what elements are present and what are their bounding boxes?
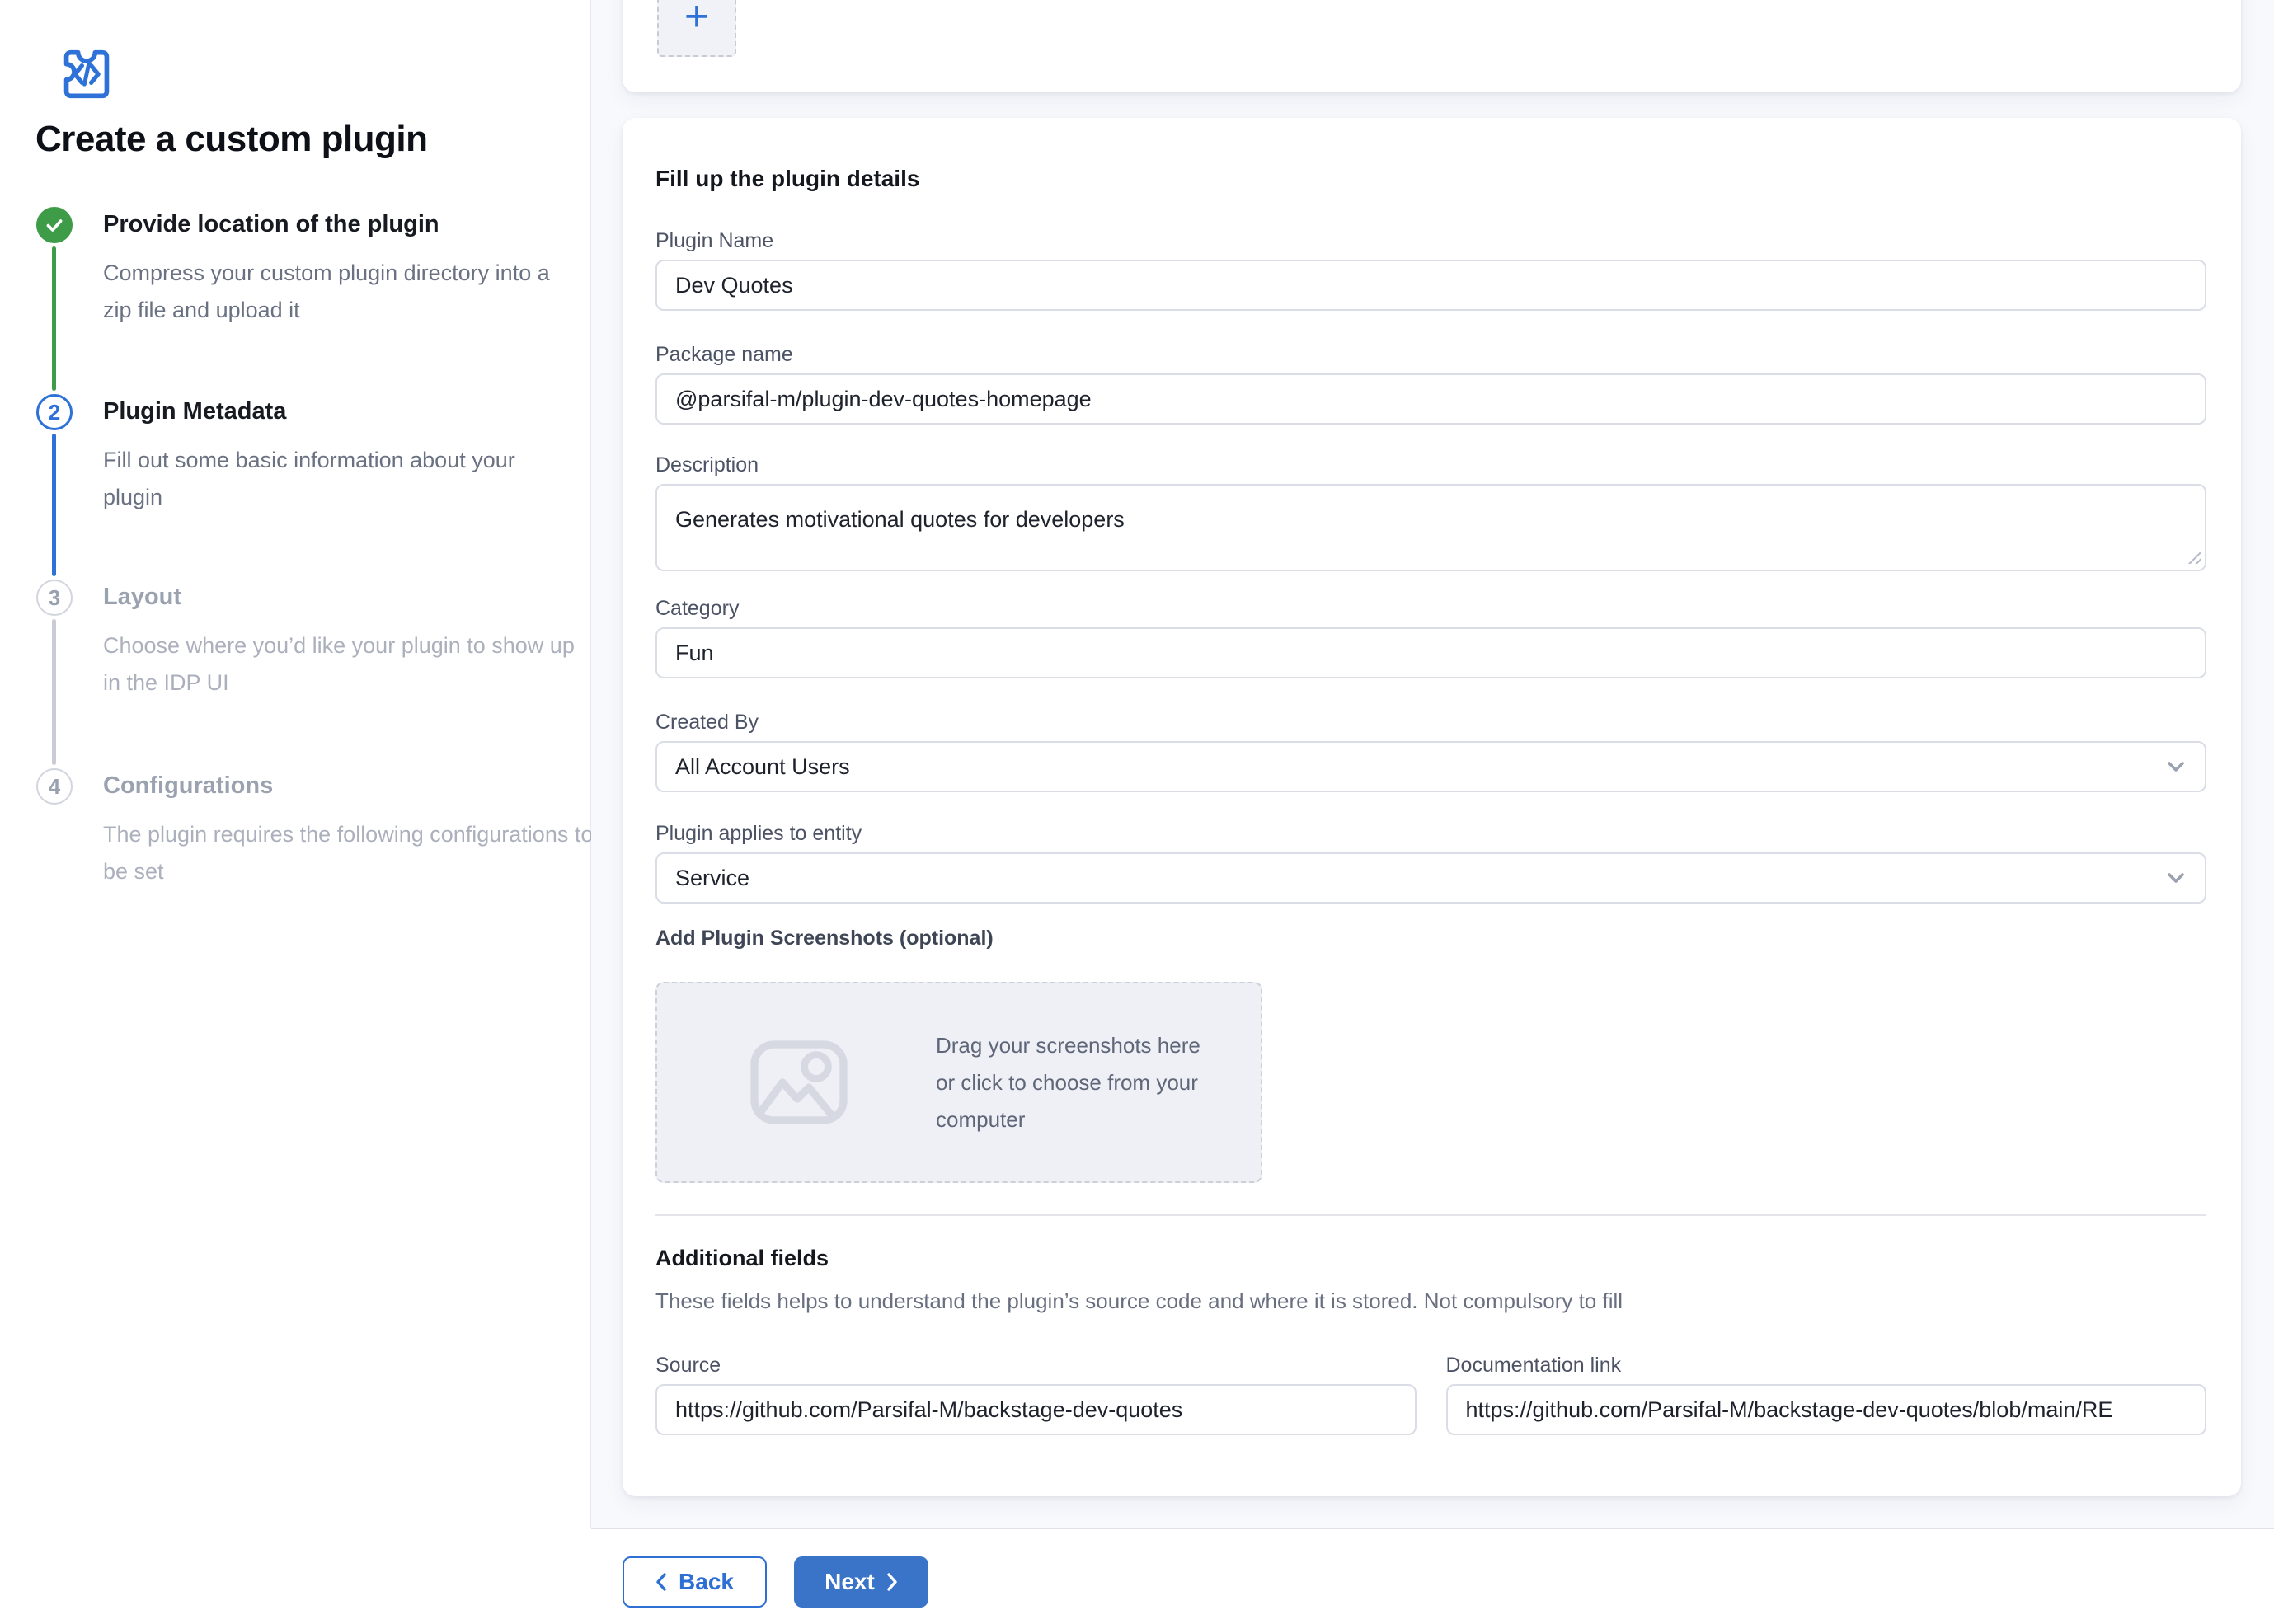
additional-fields-heading: Additional fields	[655, 1246, 829, 1271]
plugin-name-input[interactable]	[655, 260, 2206, 311]
step-description: The plugin requires the following config…	[103, 816, 598, 890]
documentation-link-group: Documentation link	[1446, 1353, 2207, 1435]
step-complete-badge	[36, 207, 73, 243]
step-title: Plugin Metadata	[103, 398, 286, 425]
created-by-select[interactable]: All Account Users	[655, 741, 2206, 792]
check-icon	[44, 214, 65, 236]
back-button-label: Back	[679, 1569, 734, 1595]
step-number-badge: 2	[36, 394, 73, 430]
step-title: Provide location of the plugin	[103, 211, 439, 238]
documentation-link-input[interactable]	[1446, 1384, 2207, 1435]
additional-fields-row: Source Documentation link	[655, 1353, 2206, 1435]
plugin-upload-card: +	[623, 0, 2241, 92]
sidebar-step-configurations[interactable]: 4 Configurations The plugin requires the…	[0, 768, 590, 917]
description-textarea[interactable]: Generates motivational quotes for develo…	[655, 484, 2206, 571]
screenshots-label: Add Plugin Screenshots (optional)	[655, 926, 994, 950]
plugin-details-card: Fill up the plugin details Plugin Name P…	[623, 118, 2241, 1496]
source-label: Source	[655, 1353, 1417, 1378]
main-content: + Fill up the plugin details Plugin Name…	[591, 0, 2274, 1528]
screenshots-dropzone[interactable]: Drag your screenshots here or click to c…	[655, 982, 1262, 1183]
add-plugin-button[interactable]: +	[657, 0, 736, 57]
category-group: Category	[655, 596, 2206, 678]
chevron-right-icon	[886, 1572, 898, 1592]
sidebar-step-provide-location[interactable]: Provide location of the plugin Compress …	[0, 207, 590, 355]
created-by-label: Created By	[655, 710, 2206, 735]
section-divider	[655, 1214, 2206, 1216]
step-description: Compress your custom plugin directory in…	[103, 255, 552, 329]
back-button[interactable]: Back	[623, 1556, 767, 1608]
applies-to-entity-select[interactable]: Service	[655, 852, 2206, 904]
category-input[interactable]	[655, 627, 2206, 678]
documentation-link-label: Documentation link	[1446, 1353, 2207, 1378]
step-description: Choose where you’d like your plugin to s…	[103, 627, 581, 702]
sidebar-step-layout[interactable]: 3 Layout Choose where you’d like your pl…	[0, 580, 590, 728]
created-by-group: Created By All Account Users	[655, 710, 2206, 792]
created-by-value: All Account Users	[675, 754, 850, 780]
plugin-code-icon	[48, 46, 125, 106]
description-label: Description	[655, 453, 2206, 477]
description-group: Description Generates motivational quote…	[655, 453, 2206, 571]
step-number-badge: 3	[36, 580, 73, 616]
applies-to-entity-value: Service	[675, 866, 749, 891]
additional-fields-subtext: These fields helps to understand the plu…	[655, 1288, 1623, 1314]
details-heading: Fill up the plugin details	[655, 166, 919, 192]
package-name-group: Package name	[655, 342, 2206, 425]
source-input[interactable]	[655, 1384, 1417, 1435]
source-group: Source	[655, 1353, 1417, 1435]
plugin-name-label: Plugin Name	[655, 228, 2206, 253]
next-button-label: Next	[825, 1569, 875, 1595]
step-number-badge: 4	[36, 768, 73, 805]
chevron-left-icon	[655, 1572, 667, 1592]
image-icon	[748, 1038, 850, 1127]
sidebar: Create a custom plugin Provide location …	[0, 0, 591, 1528]
dropzone-text: Drag your screenshots here or click to c…	[936, 1027, 1210, 1138]
footer-divider	[591, 1528, 2274, 1529]
step-description: Fill out some basic information about yo…	[103, 442, 532, 516]
footer: Back Next	[623, 1556, 928, 1608]
page-title: Create a custom plugin	[35, 119, 428, 160]
chevron-down-icon	[2167, 761, 2185, 772]
plugin-name-group: Plugin Name	[655, 228, 2206, 311]
sidebar-step-plugin-metadata[interactable]: 2 Plugin Metadata Fill out some basic in…	[0, 394, 590, 542]
applies-to-entity-label: Plugin applies to entity	[655, 821, 2206, 846]
next-button[interactable]: Next	[794, 1556, 928, 1608]
plus-icon: +	[684, 0, 709, 38]
applies-to-entity-group: Plugin applies to entity Service	[655, 821, 2206, 904]
step-title: Layout	[103, 584, 181, 611]
package-name-label: Package name	[655, 342, 2206, 367]
chevron-down-icon	[2167, 872, 2185, 884]
category-label: Category	[655, 596, 2206, 621]
package-name-input[interactable]	[655, 373, 2206, 425]
create-custom-plugin-page: Create a custom plugin Provide location …	[0, 0, 2274, 1624]
step-title: Configurations	[103, 772, 273, 800]
